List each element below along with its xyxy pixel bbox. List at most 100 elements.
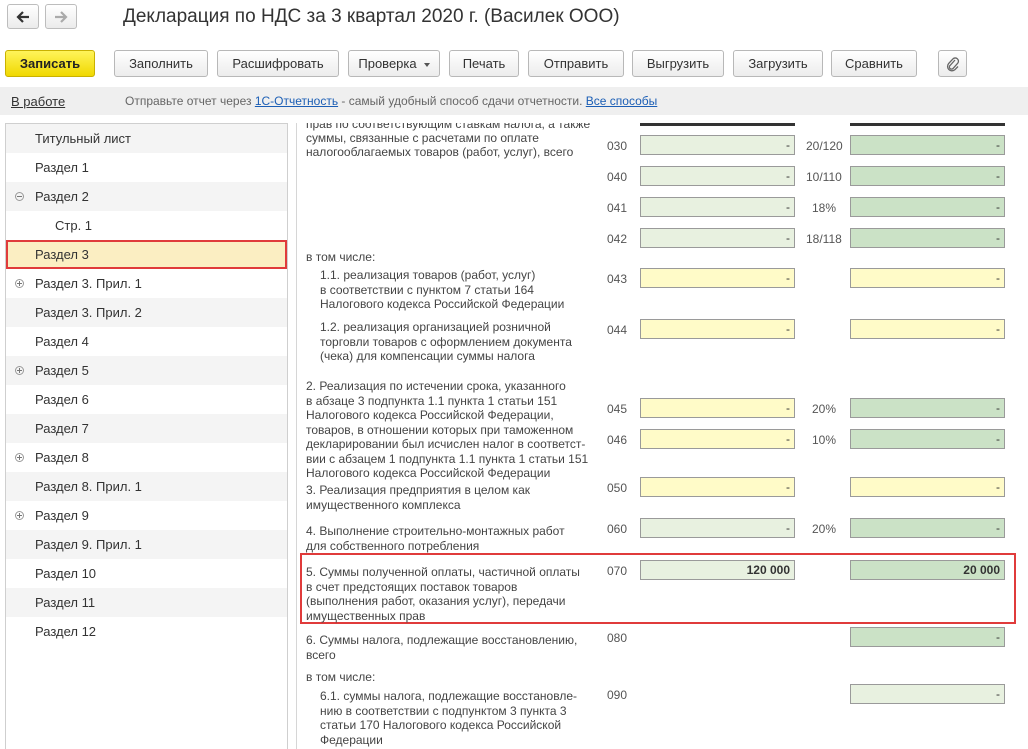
row-046-rate: 10% [812, 433, 837, 447]
plus-expander-icon[interactable] [15, 453, 24, 462]
sidebar-item-section-8-app-1[interactable]: Раздел 8. Прил. 1 [6, 472, 287, 501]
row-060-label-line: для собственного потребления [306, 538, 480, 553]
arrow-right-icon [55, 10, 68, 23]
row-030-tax-field[interactable]: - [850, 135, 1005, 155]
row-041-code: 041 [607, 201, 628, 215]
row-042-code: 042 [607, 232, 628, 246]
reporting-service-link[interactable]: 1С-Отчетность [255, 94, 338, 108]
check-dropdown-button[interactable]: Проверка [348, 50, 440, 77]
row-044-label-line: торговли товаров с оформлением документа [320, 334, 572, 349]
row-060-rate: 20% [812, 522, 837, 536]
row-043-base-field[interactable]: - [640, 268, 795, 288]
sidebar-item-label: Раздел 6 [35, 392, 89, 407]
sidebar-item-title-page[interactable]: Титульный лист [6, 124, 287, 153]
sidebar-item-section-7[interactable]: Раздел 7 [6, 414, 287, 443]
row-045-tax-field[interactable]: - [850, 398, 1005, 418]
row-070-tax-field[interactable]: 20 000 [850, 560, 1005, 580]
row-080-tax-field[interactable]: - [850, 627, 1005, 647]
sidebar-item-section-10[interactable]: Раздел 10 [6, 559, 287, 588]
row-045-code: 045 [607, 402, 628, 416]
section-2-label-line: товаров, в отношении которых при таможен… [306, 422, 574, 437]
sidebar-item-section-6[interactable]: Раздел 6 [6, 385, 287, 414]
row-041-tax-field[interactable]: - [850, 197, 1005, 217]
sections-tree: Титульный лист Раздел 1 Раздел 2 Стр. 1 … [5, 123, 288, 749]
sidebar-item-section-3-app-2[interactable]: Раздел 3. Прил. 2 [6, 298, 287, 327]
sidebar-item-section-3[interactable]: Раздел 3 [6, 240, 287, 269]
row-044-base-field[interactable]: - [640, 319, 795, 339]
row-041-rate: 18% [812, 201, 837, 215]
row-041-base-field[interactable]: - [640, 197, 795, 217]
sidebar-item-section-1[interactable]: Раздел 1 [6, 153, 287, 182]
row-043-tax-field[interactable]: - [850, 268, 1005, 288]
row-060-base-field[interactable]: - [640, 518, 795, 538]
row-070-label-line: имущественных прав [306, 608, 426, 623]
fill-button[interactable]: Заполнить [114, 50, 208, 77]
row-046-tax-field[interactable]: - [850, 429, 1005, 449]
row-040-base-field[interactable]: - [640, 166, 795, 186]
row-060-tax-field[interactable]: - [850, 518, 1005, 538]
sidebar-item-section-8[interactable]: Раздел 8 [6, 443, 287, 472]
decode-button[interactable]: Расшифровать [217, 50, 339, 77]
check-button-label: Проверка [358, 56, 417, 71]
arrow-left-icon [16, 10, 29, 23]
row-070-label-line: (выполнения работ, оказания услуг), пере… [306, 594, 566, 608]
row-044-tax-field[interactable]: - [850, 319, 1005, 339]
print-button[interactable]: Печать [449, 50, 519, 77]
row-042-base-field[interactable]: - [640, 228, 795, 248]
row-030-rate: 20/120 [806, 139, 843, 153]
row-040-tax-field[interactable]: - [850, 166, 1005, 186]
sidebar-item-section-3-app-1[interactable]: Раздел 3. Прил. 1 [6, 269, 287, 298]
sidebar-item-section-5[interactable]: Раздел 5 [6, 356, 287, 385]
sidebar-item-label: Раздел 5 [35, 363, 89, 378]
sidebar-item-section-2[interactable]: Раздел 2 [6, 182, 287, 211]
title-bar: Декларация по НДС за 3 квартал 2020 г. (… [0, 0, 1028, 36]
row-045-base-field[interactable]: - [640, 398, 795, 418]
status-bar: В работе Отправьте отчет через 1С-Отчетн… [0, 87, 1028, 115]
row-070-base-field[interactable]: 120 000 [640, 560, 795, 580]
row-044-label-line: (чека) для компенсации суммы налога [320, 349, 535, 363]
minus-expander-icon[interactable] [15, 192, 24, 201]
sidebar-item-section-12[interactable]: Раздел 12 [6, 617, 287, 646]
attach-button[interactable] [938, 50, 967, 77]
row-070-label-line: 5. Суммы полученной оплаты, частичной оп… [306, 565, 580, 579]
plus-expander-icon[interactable] [15, 366, 24, 375]
row-046-base-field[interactable]: - [640, 429, 795, 449]
row-080-code: 080 [607, 631, 628, 645]
sidebar-item-section-9-app-1[interactable]: Раздел 9. Прил. 1 [6, 530, 287, 559]
send-button[interactable]: Отправить [528, 50, 624, 77]
status-message: Отправьте отчет через 1С-Отчетность - са… [125, 94, 657, 108]
compare-button[interactable]: Сравнить [831, 50, 917, 77]
forward-button[interactable] [45, 4, 77, 29]
import-button[interactable]: Загрузить [733, 50, 823, 77]
plus-expander-icon[interactable] [15, 279, 24, 288]
row-045-rate: 20% [812, 402, 837, 416]
sidebar-item-section-11[interactable]: Раздел 11 [6, 588, 287, 617]
row-090-label-line: Федерации [320, 732, 383, 747]
sidebar-item-section-2-page-1[interactable]: Стр. 1 [6, 211, 287, 240]
row-080-label-line: всего [306, 647, 336, 662]
row-042-tax-field[interactable]: - [850, 228, 1005, 248]
status-state-link[interactable]: В работе [11, 94, 65, 109]
plus-expander-icon[interactable] [15, 511, 24, 520]
section-2-label-line: Налогового кодекса Российской Федерации [306, 466, 551, 480]
including-label: в том числе: [306, 250, 376, 264]
sidebar-item-label: Раздел 2 [35, 189, 89, 204]
save-button[interactable]: Записать [5, 50, 95, 77]
export-button[interactable]: Выгрузить [632, 50, 724, 77]
sidebar-item-label: Раздел 8 [35, 450, 89, 465]
row-030-base-field[interactable]: - [640, 135, 795, 155]
row-050-base-field[interactable]: - [640, 477, 795, 497]
row-043-code: 043 [607, 272, 628, 286]
all-methods-link[interactable]: Все способы [586, 94, 658, 108]
row-042-rate: 18/118 [806, 232, 842, 246]
row-090-tax-field[interactable]: - [850, 684, 1005, 704]
row-050-tax-field[interactable]: - [850, 477, 1005, 497]
sidebar-item-section-4[interactable]: Раздел 4 [6, 327, 287, 356]
row-030-code: 030 [607, 139, 628, 153]
section-2-label-line: декларировании был исчислен налог в соот… [306, 437, 586, 451]
row-046-code: 046 [607, 433, 628, 447]
sidebar-item-section-9[interactable]: Раздел 9 [6, 501, 287, 530]
back-button[interactable] [7, 4, 39, 29]
sidebar-item-label: Раздел 3. Прил. 2 [35, 305, 142, 320]
sidebar-item-label: Титульный лист [35, 131, 132, 146]
